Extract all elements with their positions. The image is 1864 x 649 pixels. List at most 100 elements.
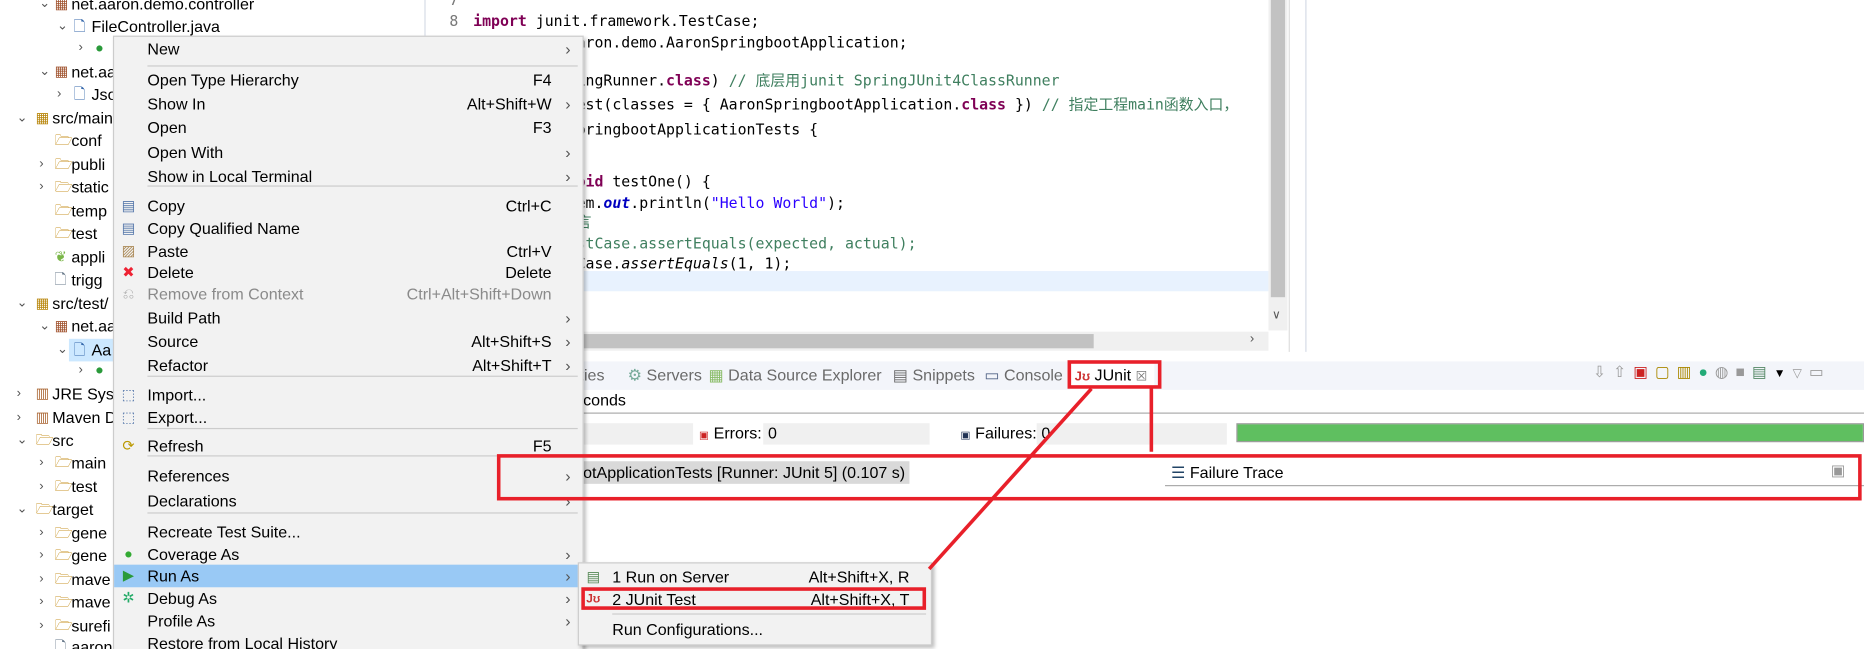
chevron-right-icon[interactable]: › (57, 83, 61, 106)
chevron-right-icon[interactable]: › (39, 176, 43, 199)
view-menu-icon[interactable]: ▽ (1793, 367, 1809, 380)
chevron-right-icon[interactable]: › (39, 544, 43, 567)
copy-icon: ▤ (121, 197, 136, 214)
divider (574, 412, 1864, 414)
menu-item-paste[interactable]: ▨ Paste Ctrl+V (114, 240, 582, 263)
vertical-scrollbar[interactable]: ∨ (1268, 0, 1288, 331)
menu-item-label: Copy Qualified Name (147, 219, 300, 238)
menu-item-build-path[interactable]: Build Path › (114, 307, 582, 330)
tab-servers[interactable]: ⚙ Servers (628, 366, 702, 385)
menu-item-delete[interactable]: ✖ Delete Delete (114, 262, 582, 285)
menu-item-run-configurations[interactable]: Run Configurations... (579, 618, 931, 641)
menu-item-label: Coverage As (147, 545, 240, 564)
copy-qualified-icon: ▤ (121, 219, 136, 237)
chevron-down-icon[interactable]: ⌄ (57, 15, 68, 38)
tree-item-label: mave (71, 570, 111, 589)
tree-item-label: mave (71, 593, 111, 612)
menu-item-copy[interactable]: ▤ Copy Ctrl+C (114, 195, 582, 218)
menu-item-recreate-test-suite[interactable]: Recreate Test Suite... (114, 521, 582, 544)
menu-item-label: Declarations (147, 492, 237, 510)
menu-item-label: New (147, 40, 180, 59)
chevron-right-icon[interactable]: › (39, 476, 43, 499)
menu-item-coverage-as[interactable]: ● Coverage As › (114, 543, 582, 566)
outline-panel (1305, 0, 1864, 352)
minimize-icon[interactable]: ▭ (1809, 363, 1831, 381)
folder-icon: 🗁 (54, 224, 73, 242)
menu-item-export[interactable]: ⬚ Export... (114, 407, 582, 430)
chevron-right-icon[interactable]: › (78, 359, 82, 382)
menu-item-refactor[interactable]: Refactor Alt+Shift+T › (114, 354, 582, 377)
menu-item-show-in-local-terminal[interactable]: Show in Local Terminal › (114, 165, 582, 188)
tab-data-source-explorer[interactable]: ▦ Data Source Explorer (709, 366, 882, 385)
tree-item-label: temp (71, 202, 108, 220)
menu-item-debug-as[interactable]: ✲ Debug As › (114, 587, 582, 610)
library-icon: ▥ (35, 385, 50, 402)
chevron-down-icon[interactable]: ⌄ (17, 107, 28, 130)
chevron-right-icon[interactable]: › (39, 615, 43, 638)
rerun-failed-icon[interactable]: ◍ (1715, 363, 1736, 381)
annotation-box-results (496, 454, 1862, 501)
chevron-down-icon[interactable]: ⌄ (39, 61, 50, 84)
menu-item-open-with[interactable]: Open With › (114, 141, 582, 164)
source-folder-icon: ▦ (35, 109, 50, 127)
chevron-right-icon[interactable]: › (17, 383, 21, 406)
tab-console[interactable]: ▭ Console (984, 366, 1063, 385)
chevron-right-icon: › (565, 143, 571, 162)
chevron-down-icon[interactable]: ⌄ (39, 315, 50, 338)
text-file-icon: 🗋 (54, 271, 67, 288)
menu-item-show-in[interactable]: Show In Alt+Shift+W › (114, 93, 582, 116)
menu-item-import[interactable]: ⬚ Import... (114, 384, 582, 407)
show-skipped-icon[interactable]: ▢ (1655, 363, 1677, 381)
tree-item-label: src/main (52, 109, 113, 128)
menu-item-restore-from-local-history[interactable]: Restore from Local History (114, 632, 582, 649)
chevron-right-icon[interactable]: › (39, 452, 43, 475)
chevron-right-icon[interactable]: › (39, 522, 43, 545)
menu-item-run-on-server[interactable]: ▤ 1 Run on Server Alt+Shift+X, R (579, 566, 931, 589)
next-failure-icon[interactable]: ⇩ (1593, 363, 1613, 381)
tree-item-label: Aa (91, 341, 112, 360)
chevron-right-icon[interactable]: › (39, 153, 43, 176)
package-icon: ▦ (54, 63, 69, 80)
tree-item[interactable]: ⌄ ▦ net.aaron.demo.controller (0, 0, 426, 15)
menu-item-label: Recreate Test Suite... (147, 523, 301, 541)
tree-item-label: JRE Syst (52, 385, 119, 404)
chevron-down-icon[interactable]: ⌄ (17, 429, 28, 452)
remove-context-icon: ⎌ (122, 285, 135, 302)
menu-item-label: Export... (147, 408, 208, 427)
chevron-down-icon[interactable]: ⌄ (17, 292, 28, 315)
previous-failure-icon[interactable]: ⇧ (1613, 363, 1633, 381)
menu-item-new[interactable]: New › (114, 38, 582, 61)
menu-item-copy-qualified-name[interactable]: ▤ Copy Qualified Name (114, 218, 582, 241)
chevron-right-icon[interactable]: › (78, 37, 82, 60)
stop-icon[interactable]: ■ (1736, 363, 1752, 381)
test-history-icon[interactable]: ▤ (1752, 363, 1774, 381)
menu-item-open-type-hierarchy[interactable]: Open Type Hierarchy F4 (114, 69, 582, 92)
show-failures-only-icon[interactable]: ▣ (1633, 363, 1655, 381)
chevron-right-icon[interactable]: › (17, 407, 21, 430)
tree-item[interactable]: ⌄ 🗋 FileController.java (0, 15, 426, 38)
menu-item-profile-as[interactable]: Profile As › (114, 610, 582, 633)
chevron-right-icon[interactable]: › (39, 568, 43, 591)
scroll-lock-icon[interactable]: ▥ (1677, 363, 1699, 381)
chevron-down-icon[interactable]: ⌄ (57, 339, 68, 362)
menu-item-open[interactable]: Open F3 (114, 117, 582, 140)
menu-item-label: Open With (147, 143, 224, 162)
menu-item-remove-from-context[interactable]: ⎌ Remove from Context Ctrl+Alt+Shift+Down (114, 283, 582, 306)
menu-item-run-as[interactable]: ▶ Run As › (114, 564, 583, 588)
code-line: pringbootApplicationTests { (576, 120, 819, 138)
rerun-icon[interactable]: ● (1698, 363, 1714, 381)
history-dropdown-icon[interactable]: ▼ (1774, 367, 1793, 380)
server-run-icon: ▤ (586, 568, 600, 585)
menu-item-source[interactable]: Source Alt+Shift+S › (114, 330, 582, 353)
menu-item-label: Delete (147, 263, 194, 282)
folder-icon: 🗁 (54, 593, 73, 610)
chevron-down-icon[interactable]: ⌄ (39, 0, 50, 15)
console-icon: ▭ (984, 366, 1000, 384)
menu-item-label: Copy (147, 197, 185, 216)
errors-value: 0 (763, 423, 930, 445)
tab-snippets[interactable]: ▤ Snippets (893, 366, 975, 385)
chevron-down-icon[interactable]: ⌄ (17, 498, 28, 521)
chevron-right-icon[interactable]: › (39, 591, 43, 614)
menu-item-label: Run As (147, 567, 200, 585)
menu-item-label: Open (147, 118, 187, 137)
